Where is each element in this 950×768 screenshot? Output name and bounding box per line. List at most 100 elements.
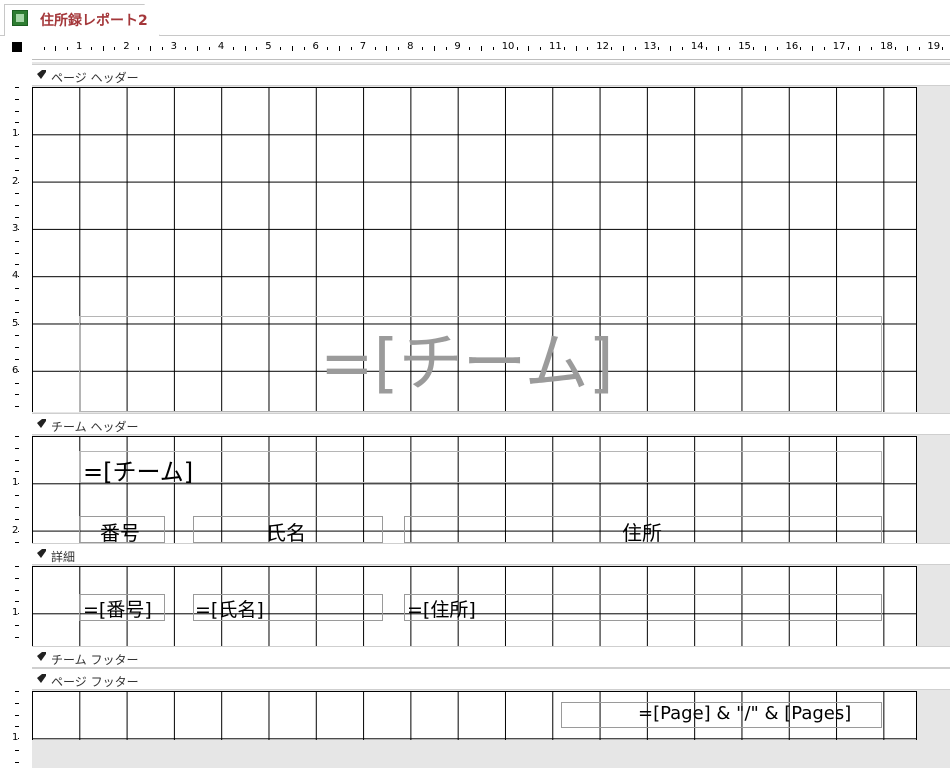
ruler-number: 2 [12,524,19,536]
ruler-tick [634,46,636,50]
ruler-tick [15,761,19,763]
ruler-tick [859,45,861,51]
section-arrow-icon [37,419,46,428]
team-header-team-textbox[interactable] [79,451,882,483]
ruler-tick [812,45,814,51]
ruler-number: 16 [785,41,799,52]
ruler-number: 18 [880,41,893,52]
ruler-tick [15,518,19,520]
section-bar-detail[interactable]: 詳細 [32,543,950,565]
ruler-tick [15,299,19,301]
ruler-tick [942,46,944,50]
ruler-number: 9 [454,41,461,52]
ruler-tick [433,45,435,51]
ruler-number: 7 [359,41,367,52]
ruler-tick [244,45,246,51]
ruler-number: 12 [596,41,610,52]
ruler-tick [15,436,19,437]
report-selector-square [12,42,22,52]
ruler-tick [15,406,19,408]
ruler-tick [15,636,19,638]
ruler-tick [15,335,19,337]
ruler-number: 13 [643,41,657,52]
vertical-ruler[interactable]: 1 2 3 4 5 6 1 2 1 1 [6,62,28,768]
ruler-tick [823,46,825,50]
ruler-tick [776,46,778,50]
ruler-tick [15,205,19,207]
ruler-tick [350,46,352,50]
ruler-tick [15,358,19,360]
section-arrow-icon [37,549,46,558]
section-bar-page-header[interactable]: ページ ヘッダー [32,64,950,86]
field-name: =[氏名] [195,599,264,621]
ruler-tick [15,714,19,716]
ruler-tick [102,45,104,51]
ruler-tick [15,146,19,148]
ruler-tick [918,46,920,50]
report-selector[interactable] [8,38,26,56]
section-bar-team-footer[interactable]: チーム フッター [32,646,950,668]
ruler-number: 3 [12,222,19,234]
ruler-tick [327,46,329,50]
ruler-tick [421,46,423,50]
section-label-detail: 詳細 [51,550,76,564]
report-icon [12,10,28,26]
ruler-tick [15,625,19,627]
section-bar-team-header[interactable]: チーム ヘッダー [32,413,950,435]
ruler-tick [15,252,19,254]
ruler-number: 2 [12,175,19,187]
ruler-number: 4 [217,41,225,52]
ruler-number: 1 [12,477,19,489]
section-bar-page-footer[interactable]: ページ フッター [32,668,950,690]
ruler-tick [43,46,45,50]
ruler-tick [15,347,19,349]
ruler-number: 14 [690,41,704,52]
ruler-number: 6 [12,364,19,376]
ruler-tick [492,46,494,50]
page-number-expression: =[Page] & "/" & [Pages] [638,703,852,724]
ruler-number: 6 [312,41,319,52]
ruler-tick [528,45,530,51]
ruler-tick [185,46,187,50]
ruler-tick [871,46,873,50]
ruler-tick [15,98,19,100]
ruler-tick [15,87,19,88]
ruler-tick [280,46,282,50]
ruler-tick [575,45,577,51]
ruler-number: 1 [12,607,19,619]
ruler-tick [374,46,376,50]
ruler-tick [800,46,802,50]
label-name: 氏名 [266,521,306,545]
horizontal-ruler[interactable]: 1 2 3 4 5 6 7 8 9 10 11 12 13 14 15 16 17 18 19 [32,36,950,60]
ruler-tick [705,46,707,50]
ruler-number: 4 [12,270,19,282]
ruler-tick [764,45,766,51]
ruler-number: 1 [12,732,19,744]
ruler-tick [15,382,19,384]
ruler-tick [445,46,447,50]
ruler-tick [15,264,19,266]
ruler-tick [15,394,19,396]
ruler-tick [67,46,69,50]
ruler-tick [847,46,849,50]
ruler-tick [516,46,518,50]
ruler-tick [15,217,19,219]
ruler-tick [15,506,19,508]
ruler-tick [15,601,19,603]
ruler-tick [339,45,341,51]
ruler-tick [622,45,624,51]
ruler-tick [894,46,896,50]
ruler-tick [15,288,19,290]
ruler-tick [15,110,19,112]
ruler-tick [587,46,589,50]
ruler-number: 5 [12,317,19,329]
ruler-tick [717,45,719,51]
ruler-tick [291,45,293,51]
ruler-tick [753,46,755,50]
ruler-number: 15 [738,41,751,52]
ruler-tick [15,157,19,159]
ruler-tick [15,542,19,544]
ruler-tick [469,46,471,50]
ruler-tick [55,45,57,51]
ruler-tick [161,46,163,50]
